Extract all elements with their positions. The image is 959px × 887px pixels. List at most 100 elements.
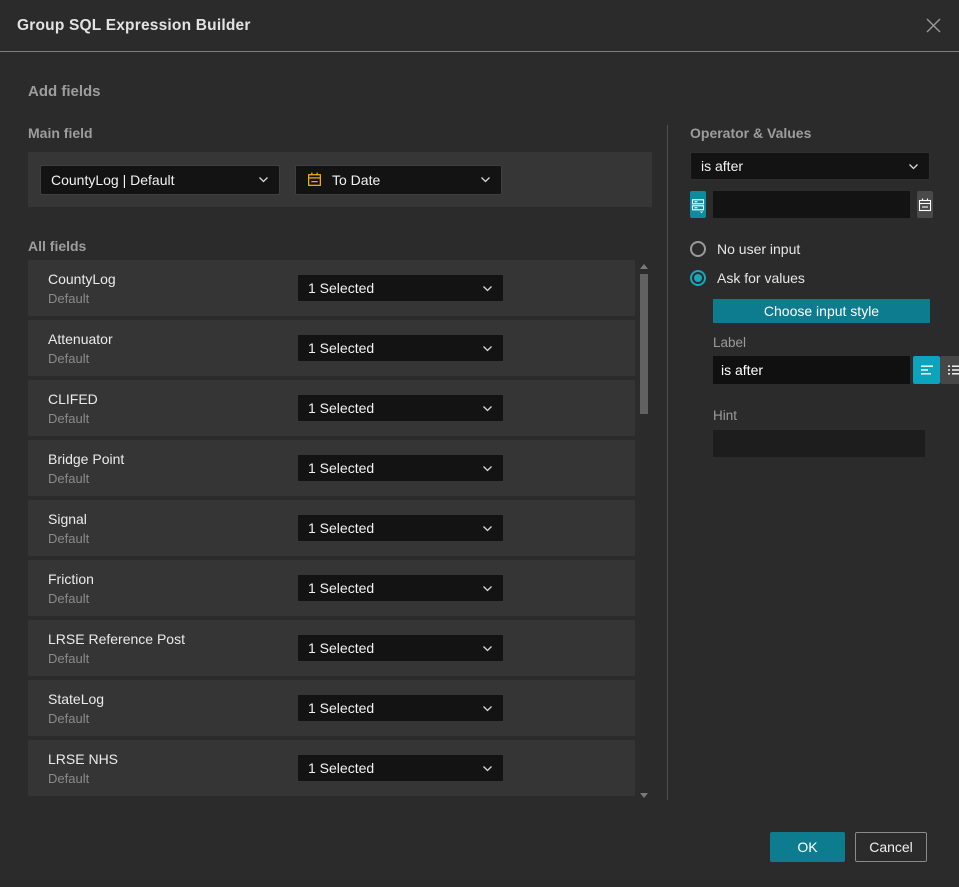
field-row: Attenuator Default 1 Selected xyxy=(28,320,635,376)
radio-ask-for-values[interactable]: Ask for values xyxy=(690,270,930,286)
scrollbar-thumb[interactable] xyxy=(640,274,648,414)
field-values-select[interactable]: 1 Selected xyxy=(297,454,504,482)
all-fields-heading: All fields xyxy=(28,238,87,254)
field-row: LRSE NHS Default 1 Selected xyxy=(28,740,635,796)
field-values-select-value: 1 Selected xyxy=(308,400,375,416)
field-values-select[interactable]: 1 Selected xyxy=(297,754,504,782)
field-subtitle: Default xyxy=(48,710,90,726)
chevron-down-icon xyxy=(482,345,493,352)
radio-no-user-input-label: No user input xyxy=(717,241,801,257)
field-name: CLIFED xyxy=(48,390,98,407)
main-field-select[interactable]: CountyLog | Default xyxy=(40,164,280,195)
radio-no-user-input[interactable]: No user input xyxy=(690,241,930,257)
chevron-down-icon xyxy=(482,285,493,292)
radio-icon xyxy=(690,241,706,257)
field-name: Signal xyxy=(48,510,87,527)
close-button[interactable] xyxy=(925,17,942,34)
radio-ask-for-values-label: Ask for values xyxy=(717,270,805,286)
calendar-icon xyxy=(917,197,933,213)
scroll-up-arrow-icon[interactable] xyxy=(640,264,648,269)
field-row: StateLog Default 1 Selected xyxy=(28,680,635,736)
main-field-select-value: CountyLog | Default xyxy=(51,171,175,188)
choose-input-style-button[interactable]: Choose input style xyxy=(713,299,930,323)
date-picker-button[interactable] xyxy=(917,191,933,218)
hint-field-label: Hint xyxy=(713,408,738,423)
list-style-button[interactable] xyxy=(940,356,959,384)
field-subtitle: Default xyxy=(48,350,90,366)
bulleted-list-icon xyxy=(946,362,959,378)
field-row: Signal Default 1 Selected xyxy=(28,500,635,556)
field-row-text: StateLog Default xyxy=(48,691,297,726)
field-values-select[interactable]: 1 Selected xyxy=(297,634,504,662)
field-values-select[interactable]: 1 Selected xyxy=(297,274,504,302)
field-subtitle: Default xyxy=(48,650,90,666)
field-row: CountyLog Default 1 Selected xyxy=(28,260,635,316)
label-row xyxy=(713,356,959,384)
input-style-toggle-group xyxy=(913,356,959,384)
field-row-text: CLIFED Default xyxy=(48,391,297,426)
field-row-text: LRSE NHS Default xyxy=(48,751,297,786)
field-values-select[interactable]: 1 Selected xyxy=(297,514,504,542)
chevron-down-icon xyxy=(258,176,269,183)
chevron-down-icon xyxy=(482,405,493,412)
field-row-text: Friction Default xyxy=(48,571,297,606)
unique-values-button[interactable] xyxy=(690,191,706,218)
field-values-select[interactable]: 1 Selected xyxy=(297,394,504,422)
input-mode-radios: No user input Ask for values xyxy=(690,241,930,286)
scrollbar[interactable] xyxy=(635,260,652,800)
chevron-down-icon xyxy=(482,705,493,712)
label-input[interactable] xyxy=(713,356,910,384)
operator-values-heading: Operator & Values xyxy=(690,125,812,141)
operator-select[interactable]: is after xyxy=(690,152,930,180)
field-row-text: Attenuator Default xyxy=(48,331,297,366)
scroll-down-arrow-icon[interactable] xyxy=(640,793,648,798)
field-subtitle: Default xyxy=(48,530,90,546)
field-row-text: CountyLog Default xyxy=(48,271,297,306)
chevron-down-icon xyxy=(482,765,493,772)
field-row: Friction Default 1 Selected xyxy=(28,560,635,616)
field-values-select-value: 1 Selected xyxy=(308,280,375,296)
field-values-select-value: 1 Selected xyxy=(308,520,375,536)
field-type-select[interactable]: To Date xyxy=(295,164,502,195)
align-left-icon xyxy=(919,362,935,378)
field-values-select[interactable]: 1 Selected xyxy=(297,334,504,362)
field-type-select-value: To Date xyxy=(332,171,381,188)
fields-column: Main field CountyLog | Default To Date A… xyxy=(28,125,652,800)
field-values-select[interactable]: 1 Selected xyxy=(297,694,504,722)
field-subtitle: Default xyxy=(48,470,90,486)
field-row: CLIFED Default 1 Selected xyxy=(28,380,635,436)
field-row-text: Signal Default xyxy=(48,511,297,546)
value-input[interactable] xyxy=(713,191,910,218)
chevron-down-icon xyxy=(480,176,491,183)
chevron-down-icon xyxy=(482,465,493,472)
field-subtitle: Default xyxy=(48,410,90,426)
chevron-down-icon xyxy=(482,525,493,532)
all-fields-list: CountyLog Default 1 Selected Attenuator … xyxy=(28,260,635,800)
field-name: Bridge Point xyxy=(48,450,125,467)
chevron-down-icon xyxy=(908,163,919,170)
field-subtitle: Default xyxy=(48,770,90,786)
dialog-titlebar: Group SQL Expression Builder xyxy=(0,0,959,52)
hint-input[interactable] xyxy=(713,430,925,457)
operator-values-panel: Operator & Values is after No user input… xyxy=(668,125,959,800)
columns: Main field CountyLog | Default To Date A… xyxy=(28,125,959,800)
field-name: Attenuator xyxy=(48,330,113,347)
label-field-label: Label xyxy=(713,335,747,350)
field-row: Bridge Point Default 1 Selected xyxy=(28,440,635,496)
field-values-select-value: 1 Selected xyxy=(308,580,375,596)
main-field-heading: Main field xyxy=(28,125,93,141)
ok-button[interactable]: OK xyxy=(770,832,845,862)
value-input-row xyxy=(690,191,933,218)
field-row: LRSE Reference Post Default 1 Selected xyxy=(28,620,635,676)
single-line-style-button[interactable] xyxy=(913,356,940,384)
field-values-select-value: 1 Selected xyxy=(308,460,375,476)
field-row-text: Bridge Point Default xyxy=(48,451,297,486)
chevron-down-icon xyxy=(482,585,493,592)
chevron-down-icon xyxy=(482,645,493,652)
cancel-button[interactable]: Cancel xyxy=(855,832,927,862)
ask-for-values-block: Choose input style Label is after Hint xyxy=(713,299,959,457)
field-values-select[interactable]: 1 Selected xyxy=(297,574,504,602)
operator-select-value: is after xyxy=(701,158,744,174)
dialog-footer: OK Cancel xyxy=(770,832,927,862)
field-row-text: LRSE Reference Post Default xyxy=(48,631,297,666)
